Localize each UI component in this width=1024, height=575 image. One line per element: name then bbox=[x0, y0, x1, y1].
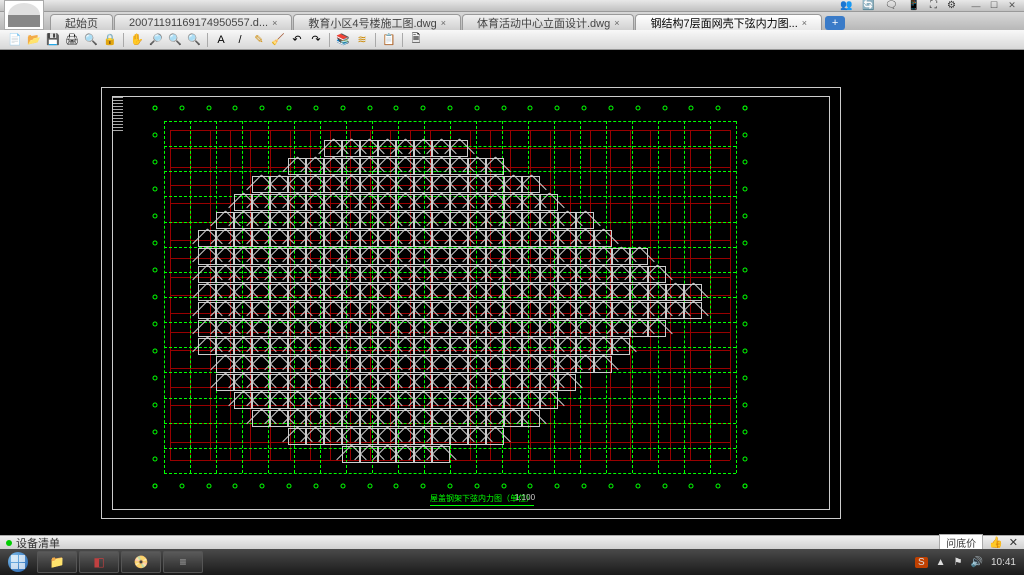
layer-button-2[interactable]: ≋ bbox=[353, 32, 371, 48]
tray-network-icon[interactable]: ▲ bbox=[936, 557, 946, 568]
save-button[interactable]: 💾 bbox=[44, 32, 62, 48]
taskbar-app-4[interactable]: ≡ bbox=[163, 551, 203, 573]
erase-button[interactable]: 🧹 bbox=[269, 32, 287, 48]
system-tray: S ▲ ⚑ 🔊 10:41 bbox=[915, 557, 1024, 568]
tab-file-3[interactable]: 体育活动中心立面设计.dwg × bbox=[462, 14, 635, 30]
windows-orb-icon bbox=[8, 552, 28, 572]
taskbar-app-3[interactable]: 📀 bbox=[121, 551, 161, 573]
tab-start[interactable]: 起始页 bbox=[50, 14, 113, 30]
tab-label: 教育小区4号楼施工图.dwg bbox=[308, 15, 436, 31]
tab-label: 体育活动中心立面设计.dwg bbox=[477, 15, 610, 31]
settings-icon[interactable]: ⚙ bbox=[947, 0, 956, 11]
preview-button[interactable]: 🔍 bbox=[82, 32, 100, 48]
mobile-icon[interactable]: 📱 bbox=[908, 0, 920, 11]
like-button[interactable]: 👍 bbox=[989, 536, 1003, 549]
zoom-out-button[interactable]: 🔍 bbox=[185, 32, 203, 48]
minimize-button[interactable]: — bbox=[968, 1, 984, 11]
new-tab-button[interactable]: + bbox=[825, 16, 845, 30]
close-button[interactable]: ✕ bbox=[1004, 1, 1020, 11]
avatar[interactable] bbox=[4, 0, 44, 30]
structural-mesh bbox=[170, 130, 730, 470]
maximize-button[interactable]: ☐ bbox=[986, 1, 1002, 11]
lock-button[interactable]: 🔒 bbox=[101, 32, 119, 48]
tab-label: 钢结构7层面网壳下弦内力图... bbox=[650, 15, 797, 31]
layer-button-1[interactable]: 📚 bbox=[334, 32, 352, 48]
open-file-button[interactable]: 📂 bbox=[25, 32, 43, 48]
drawing-scale: 1:100 bbox=[515, 493, 535, 502]
undo-button[interactable]: ↶ bbox=[288, 32, 306, 48]
taskbar: 📁 ◧ 📀 ≡ S ▲ ⚑ 🔊 10:41 bbox=[0, 549, 1024, 575]
taskbar-app-2[interactable]: ◧ bbox=[79, 551, 119, 573]
tab-file-4[interactable]: 钢结构7层面网壳下弦内力图... × bbox=[635, 14, 822, 30]
redo-button[interactable]: ↷ bbox=[307, 32, 325, 48]
print-button[interactable]: 🖨 bbox=[63, 32, 81, 48]
status-bar: 设备清单 问底价 👍 ✕ bbox=[0, 535, 1024, 549]
tab-label: 起始页 bbox=[65, 15, 98, 31]
chat-icon[interactable]: 🗨 bbox=[885, 0, 898, 11]
title-bar: 👥 🔄 🗨 📱 ⛶ ⚙ — ☐ ✕ bbox=[0, 0, 1024, 12]
tray-sound-icon[interactable]: 🔊 bbox=[971, 557, 983, 568]
clock[interactable]: 10:41 bbox=[991, 557, 1016, 568]
separator bbox=[375, 33, 376, 47]
tab-file-1[interactable]: 20071191169174950557.d... × bbox=[114, 14, 292, 30]
window-controls: — ☐ ✕ bbox=[968, 1, 1020, 11]
tab-bar: 起始页 20071191169174950557.d... × 教育小区4号楼施工… bbox=[0, 12, 1024, 30]
list-button[interactable]: 📋 bbox=[380, 32, 398, 48]
toolbar: 📄 📂 💾 🖨 🔍 🔒 ✋ 🔎 🔍 🔍 A / ✎ 🧹 ↶ ↷ 📚 ≋ 📋 🗎 bbox=[0, 30, 1024, 50]
separator bbox=[207, 33, 208, 47]
close-icon[interactable]: × bbox=[614, 18, 619, 28]
text-tool-button[interactable]: A bbox=[212, 32, 230, 48]
tray-flag-icon[interactable]: ⚑ bbox=[954, 557, 963, 568]
tab-label: 20071191169174950557.d... bbox=[129, 17, 268, 29]
system-icons-group: 👥 🔄 🗨 📱 ⛶ ⚙ bbox=[840, 0, 956, 11]
tab-file-2[interactable]: 教育小区4号楼施工图.dwg × bbox=[293, 14, 461, 30]
separator bbox=[123, 33, 124, 47]
separator bbox=[402, 33, 403, 47]
close-icon[interactable]: × bbox=[441, 18, 446, 28]
contacts-icon[interactable]: 👥 bbox=[840, 0, 852, 11]
close-icon[interactable]: × bbox=[272, 18, 277, 28]
sync-icon[interactable]: 🔄 bbox=[862, 0, 874, 11]
line-tool-button[interactable]: / bbox=[231, 32, 249, 48]
start-button[interactable] bbox=[0, 549, 36, 575]
close-icon[interactable]: × bbox=[802, 18, 807, 28]
zoom-extents-button[interactable]: 🔎 bbox=[147, 32, 165, 48]
taskbar-left: 📁 ◧ 📀 ≡ bbox=[0, 549, 204, 575]
zoom-in-button[interactable]: 🔍 bbox=[166, 32, 184, 48]
separator bbox=[329, 33, 330, 47]
status-indicator-icon bbox=[6, 540, 12, 546]
pan-button[interactable]: ✋ bbox=[128, 32, 146, 48]
tray-s-icon[interactable]: S bbox=[915, 557, 928, 568]
props-button[interactable]: 🗎 bbox=[407, 32, 425, 48]
new-file-button[interactable]: 📄 bbox=[6, 32, 24, 48]
drawing-canvas[interactable]: 屋盖钢架下弦内力图（单位） 1:100 bbox=[0, 50, 1024, 539]
status-close-button[interactable]: ✕ bbox=[1009, 536, 1018, 549]
taskbar-app-explorer[interactable]: 📁 bbox=[37, 551, 77, 573]
pen-tool-button[interactable]: ✎ bbox=[250, 32, 268, 48]
fullscreen-icon[interactable]: ⛶ bbox=[930, 0, 937, 11]
title-block-hatch bbox=[113, 97, 123, 137]
